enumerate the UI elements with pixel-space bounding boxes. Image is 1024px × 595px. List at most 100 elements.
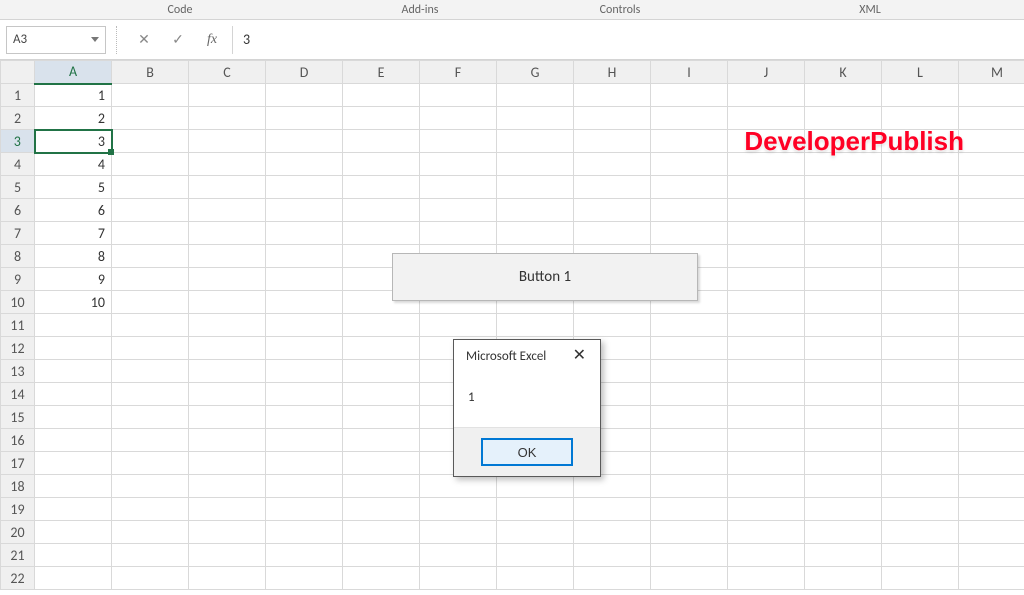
cell-D15[interactable] [266,406,343,429]
cell-F1[interactable] [420,84,497,107]
cell-J11[interactable] [728,314,805,337]
cell-B10[interactable] [112,291,189,314]
cell-G18[interactable] [497,475,574,498]
cell-A8[interactable]: 8 [35,245,112,268]
cell-L5[interactable] [882,176,959,199]
cell-H19[interactable] [574,498,651,521]
cell-A19[interactable] [35,498,112,521]
cell-B20[interactable] [112,521,189,544]
cell-I3[interactable] [651,130,728,153]
cell-F20[interactable] [420,521,497,544]
column-header-F[interactable]: F [420,61,497,84]
cell-K16[interactable] [805,429,882,452]
cell-C18[interactable] [189,475,266,498]
cell-M8[interactable] [959,245,1024,268]
cell-G3[interactable] [497,130,574,153]
cell-L4[interactable] [882,153,959,176]
cell-G7[interactable] [497,222,574,245]
spreadsheet-grid[interactable]: ABCDEFGHIJKLM112233445566778899101011121… [0,60,1024,595]
cell-L20[interactable] [882,521,959,544]
cell-G1[interactable] [497,84,574,107]
cell-J7[interactable] [728,222,805,245]
cell-A3[interactable]: 3 [35,130,112,153]
cell-I16[interactable] [651,429,728,452]
cell-H4[interactable] [574,153,651,176]
cell-C15[interactable] [189,406,266,429]
cell-K1[interactable] [805,84,882,107]
cell-B4[interactable] [112,153,189,176]
cell-J3[interactable] [728,130,805,153]
cell-K18[interactable] [805,475,882,498]
cell-J22[interactable] [728,567,805,590]
cell-J18[interactable] [728,475,805,498]
cell-I11[interactable] [651,314,728,337]
cell-L3[interactable] [882,130,959,153]
cell-D12[interactable] [266,337,343,360]
cell-A12[interactable] [35,337,112,360]
cell-E4[interactable] [343,153,420,176]
row-header-19[interactable]: 19 [1,498,35,521]
cell-I2[interactable] [651,107,728,130]
cell-D9[interactable] [266,268,343,291]
cell-L17[interactable] [882,452,959,475]
cell-J2[interactable] [728,107,805,130]
cell-M16[interactable] [959,429,1024,452]
cell-K6[interactable] [805,199,882,222]
cell-D5[interactable] [266,176,343,199]
cell-A1[interactable]: 1 [35,84,112,107]
cell-A15[interactable] [35,406,112,429]
column-header-M[interactable]: M [959,61,1024,84]
cell-J15[interactable] [728,406,805,429]
cell-I6[interactable] [651,199,728,222]
cell-E7[interactable] [343,222,420,245]
cell-H1[interactable] [574,84,651,107]
cell-C22[interactable] [189,567,266,590]
cell-M7[interactable] [959,222,1024,245]
cell-E18[interactable] [343,475,420,498]
cell-C13[interactable] [189,360,266,383]
cell-K8[interactable] [805,245,882,268]
cell-F7[interactable] [420,222,497,245]
name-box[interactable]: A3 [6,26,106,54]
cell-K2[interactable] [805,107,882,130]
column-header-E[interactable]: E [343,61,420,84]
cell-D19[interactable] [266,498,343,521]
cell-A9[interactable]: 9 [35,268,112,291]
cell-L21[interactable] [882,544,959,567]
cell-B6[interactable] [112,199,189,222]
cell-I4[interactable] [651,153,728,176]
cell-B15[interactable] [112,406,189,429]
cell-H20[interactable] [574,521,651,544]
cell-C6[interactable] [189,199,266,222]
cell-A21[interactable] [35,544,112,567]
cell-L10[interactable] [882,291,959,314]
cell-M4[interactable] [959,153,1024,176]
cell-D22[interactable] [266,567,343,590]
cell-D21[interactable] [266,544,343,567]
cell-H11[interactable] [574,314,651,337]
cell-L13[interactable] [882,360,959,383]
cell-J1[interactable] [728,84,805,107]
cell-D6[interactable] [266,199,343,222]
row-header-4[interactable]: 4 [1,153,35,176]
row-header-21[interactable]: 21 [1,544,35,567]
cell-J21[interactable] [728,544,805,567]
cell-M15[interactable] [959,406,1024,429]
cell-K7[interactable] [805,222,882,245]
cell-H18[interactable] [574,475,651,498]
cell-D4[interactable] [266,153,343,176]
cell-G20[interactable] [497,521,574,544]
cell-M20[interactable] [959,521,1024,544]
cell-E22[interactable] [343,567,420,590]
cell-J14[interactable] [728,383,805,406]
cell-F11[interactable] [420,314,497,337]
cell-C2[interactable] [189,107,266,130]
cell-J13[interactable] [728,360,805,383]
cell-G4[interactable] [497,153,574,176]
cell-H22[interactable] [574,567,651,590]
cell-L22[interactable] [882,567,959,590]
row-header-15[interactable]: 15 [1,406,35,429]
cell-E21[interactable] [343,544,420,567]
cell-H6[interactable] [574,199,651,222]
column-header-A[interactable]: A [35,61,112,84]
